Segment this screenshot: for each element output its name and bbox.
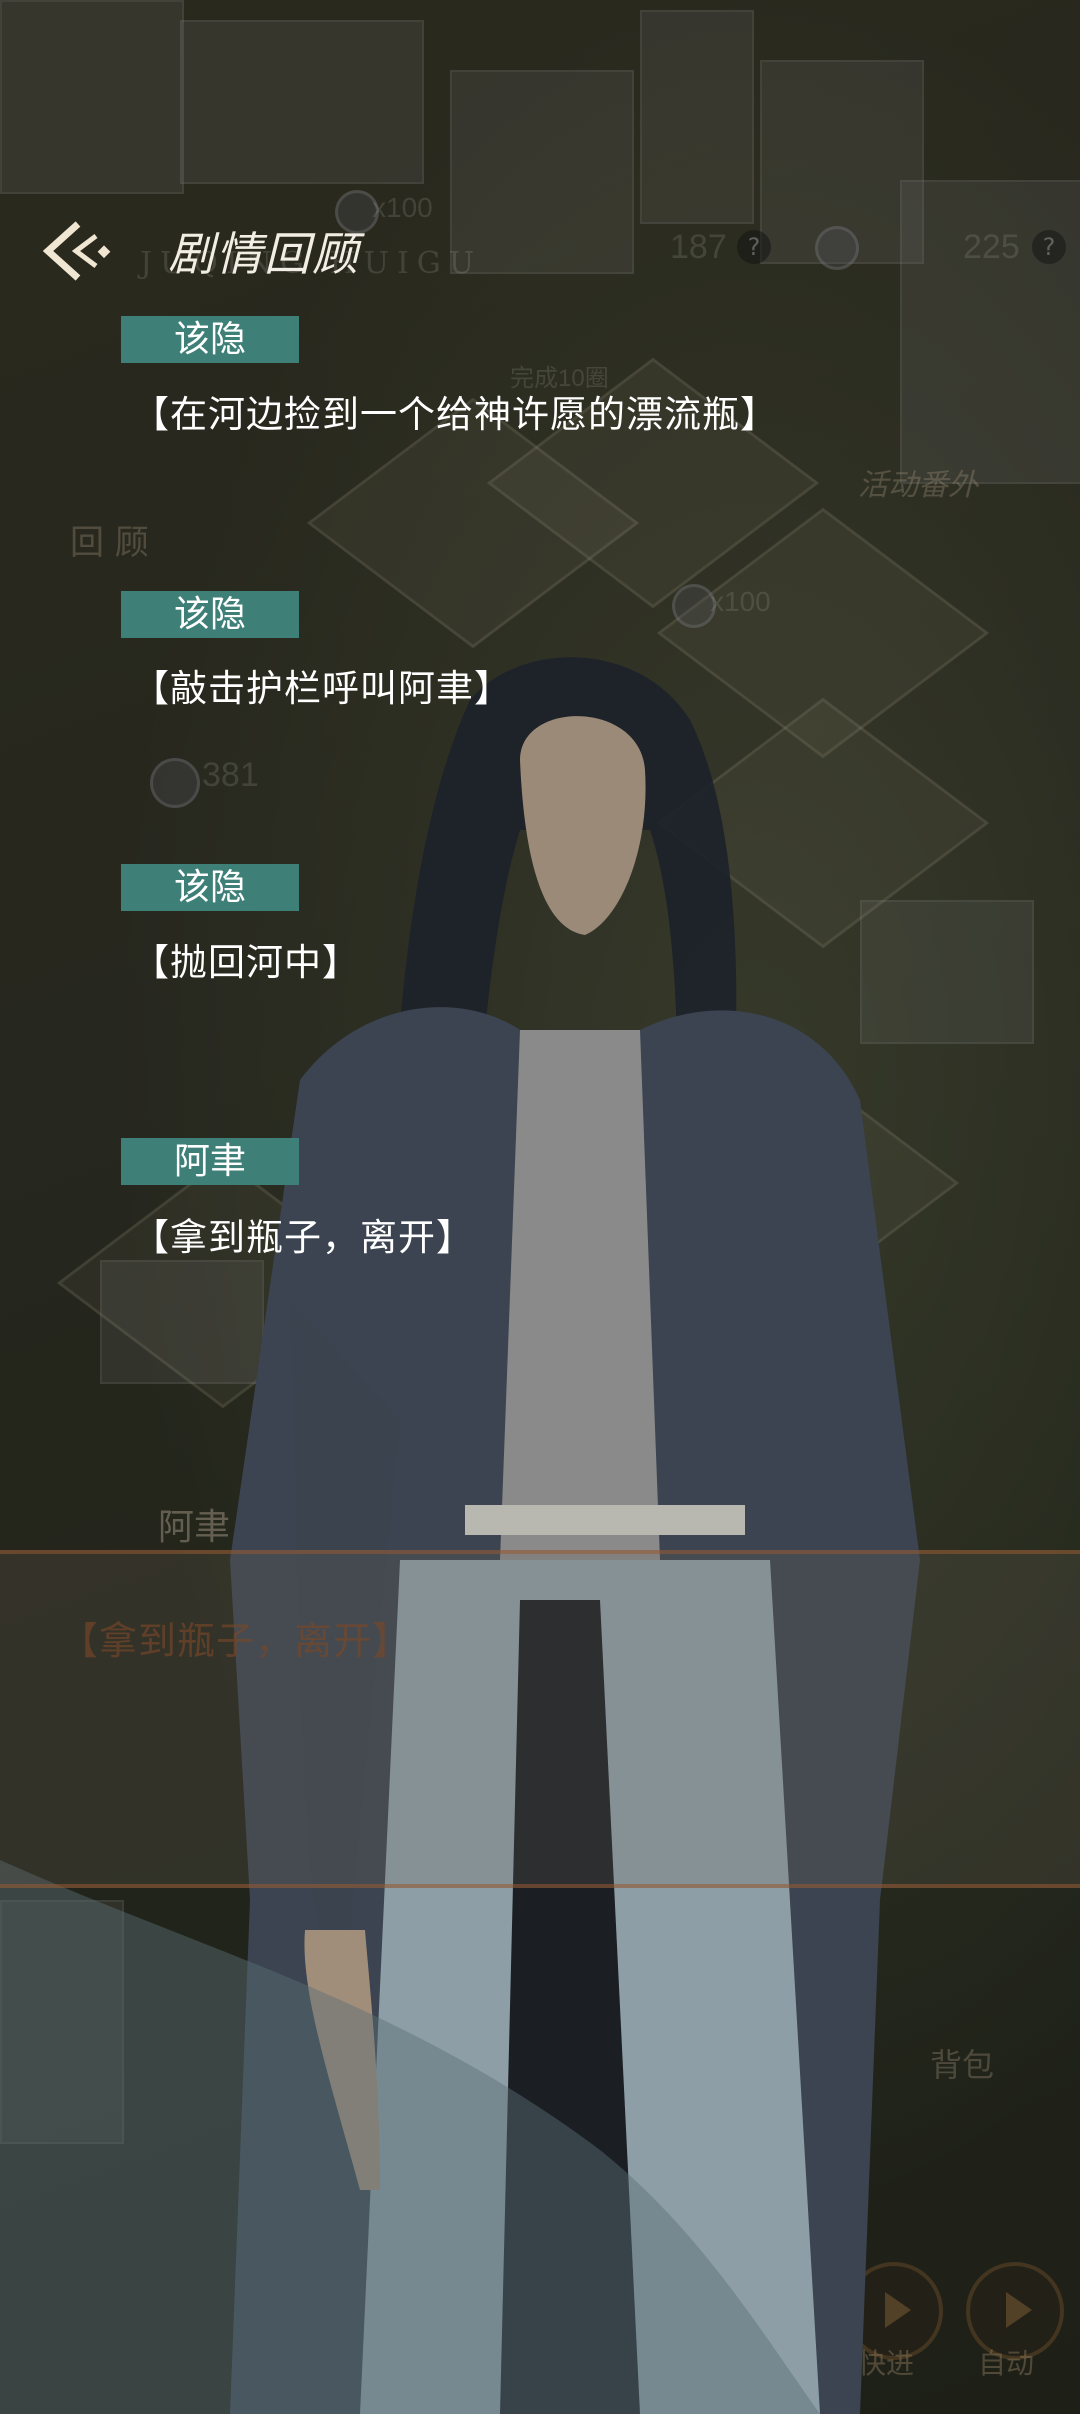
- dialog-speaker-name: 阿聿: [158, 1507, 231, 1548]
- speaker-tag: 阿聿: [121, 1138, 299, 1185]
- back-button[interactable]: [38, 216, 118, 286]
- speaker-tag: 该隐: [121, 591, 299, 638]
- review-title: 剧情回顾: [168, 227, 360, 281]
- speaker-tag: 该隐: [121, 316, 299, 363]
- review-line-text: 【敲击护栏呼叫阿聿】: [132, 667, 512, 710]
- review-line-text: 【抛回河中】: [132, 941, 360, 984]
- review-line-text: 【拿到瓶子，离开】: [132, 1216, 474, 1259]
- speaker-tag: 该隐: [121, 864, 299, 911]
- dialog-box[interactable]: [0, 1550, 1080, 1888]
- dialog-text: 【拿到瓶子，离开】: [60, 1619, 412, 1663]
- back-arrow-icon: [42, 221, 111, 281]
- review-line-text: 【在河边捡到一个给神许愿的漂流瓶】: [132, 393, 778, 436]
